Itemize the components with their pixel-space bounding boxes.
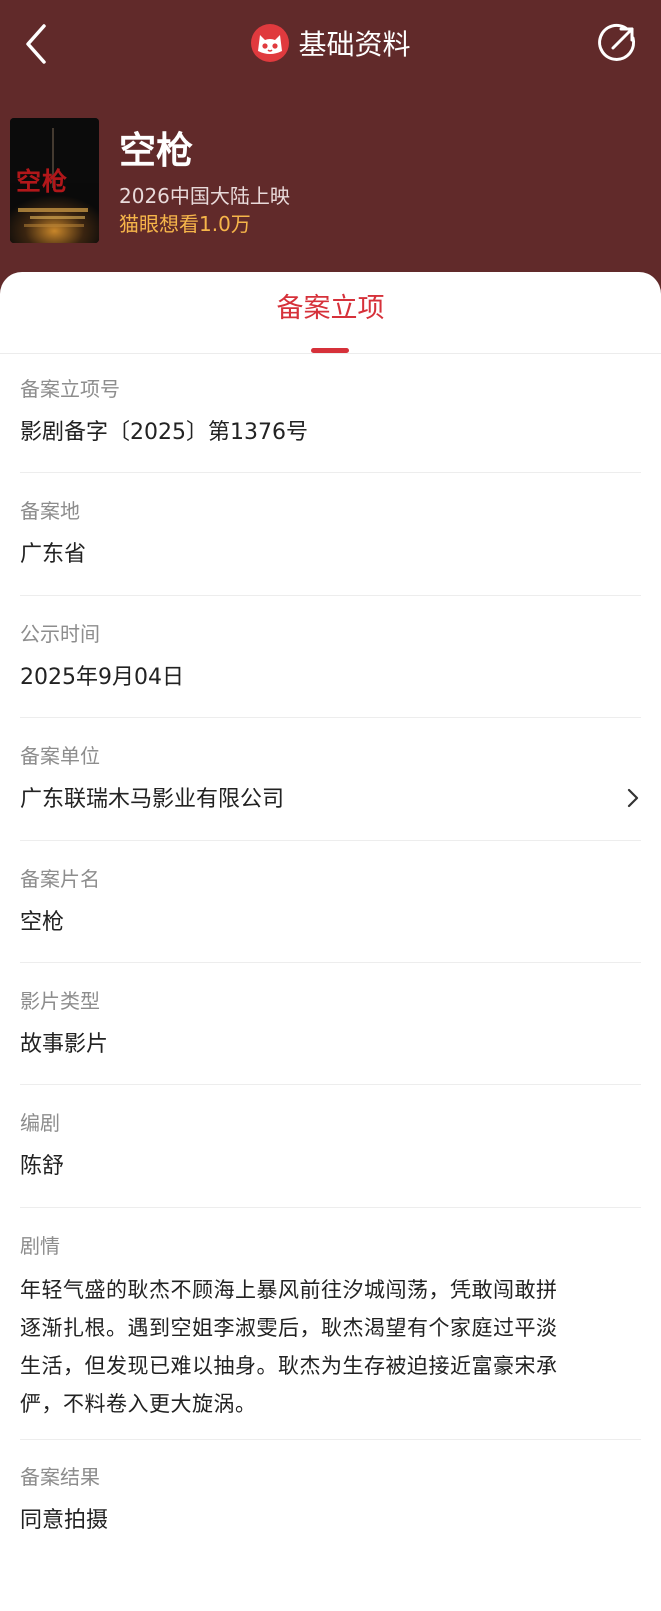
row-divider	[20, 1439, 641, 1440]
field-synopsis: 剧情 年轻气盛的耿杰不顾海上暴风前往汐城闯荡，凭敢闯敢拼 逐渐扎根。遇到空姐李淑…	[20, 1233, 641, 1423]
field-label: 编剧	[20, 1111, 60, 1135]
movie-title: 空枪	[119, 129, 193, 172]
field-value: 同意拍摄	[20, 1508, 109, 1533]
chevron-right-icon	[627, 788, 639, 808]
maoyan-cat-logo	[251, 24, 290, 62]
field-label: 备案片名	[20, 867, 100, 891]
row-divider	[20, 472, 641, 473]
field-announce-date: 公示时间 2025年9月04日	[20, 621, 641, 693]
row-divider	[20, 840, 641, 841]
movie-header: 基础资料 空枪 空枪 2026中国大陆上映 猫眼想看1.0万	[0, 0, 661, 300]
synopsis-line: 生活，但发现已难以抽身。耿杰为生存被迫接近富豪宋承	[20, 1354, 558, 1378]
field-label: 备案立项号	[20, 377, 120, 401]
row-divider	[20, 1207, 641, 1208]
field-filing-company[interactable]: 备案单位 广东联瑞木马影业有限公司	[20, 743, 641, 815]
synopsis-line: 逐渐扎根。遇到空姐李淑雯后，耿杰渴望有个家庭过平淡	[20, 1316, 558, 1340]
field-value: 故事影片	[20, 1032, 109, 1057]
field-label: 备案结果	[20, 1465, 100, 1489]
filing-info-panel: 备案立项 备案立项号 影剧备字〔2025〕第1376号 备案地 广东省 公示时间…	[0, 272, 661, 1611]
row-divider	[20, 1084, 641, 1085]
row-divider	[20, 962, 641, 963]
field-value: 广东省	[20, 542, 87, 567]
field-filing-title: 备案片名 空枪	[20, 866, 641, 938]
share-arrow-icon	[598, 23, 636, 61]
field-label: 影片类型	[20, 989, 100, 1013]
field-label: 公示时间	[20, 622, 100, 646]
synopsis-line: 俨，不料卷入更大旋涡。	[20, 1392, 257, 1416]
field-value: 2025年9月04日	[20, 665, 184, 690]
page-title: 基础资料	[298, 28, 411, 61]
field-label: 备案地	[20, 499, 80, 523]
movie-poster[interactable]: 空枪	[10, 118, 99, 243]
nav-title-bar: 基础资料	[0, 20, 661, 66]
row-divider	[20, 595, 641, 596]
field-value: 影剧备字〔2025〕第1376号	[20, 420, 308, 445]
field-screenwriter: 编剧 陈舒	[20, 1110, 641, 1182]
field-filing-place: 备案地 广东省	[20, 498, 641, 570]
field-film-type: 影片类型 故事影片	[20, 988, 641, 1060]
field-label: 剧情	[20, 1234, 60, 1258]
field-value: 陈舒	[20, 1154, 65, 1179]
tab-filing[interactable]: 备案立项	[0, 286, 661, 325]
field-filing-result: 备案结果 同意拍摄	[20, 1464, 641, 1536]
movie-release-info: 2026中国大陆上映	[119, 184, 290, 208]
synopsis-line: 年轻气盛的耿杰不顾海上暴风前往汐城闯荡，凭敢闯敢拼	[20, 1278, 558, 1302]
field-value: 空枪	[20, 910, 65, 935]
share-button[interactable]	[597, 22, 639, 64]
field-filing-number: 备案立项号 影剧备字〔2025〕第1376号	[20, 376, 641, 448]
synopsis-text: 年轻气盛的耿杰不顾海上暴风前往汐城闯荡，凭敢闯敢拼 逐渐扎根。遇到空姐李淑雯后，…	[20, 1271, 641, 1423]
field-label: 备案单位	[20, 744, 100, 768]
want-to-see-count: 猫眼想看1.0万	[119, 212, 251, 236]
tab-divider	[0, 353, 661, 354]
poster-title-text: 空枪	[16, 167, 69, 196]
row-divider	[20, 717, 641, 718]
field-value-link[interactable]: 广东联瑞木马影业有限公司	[20, 785, 641, 815]
